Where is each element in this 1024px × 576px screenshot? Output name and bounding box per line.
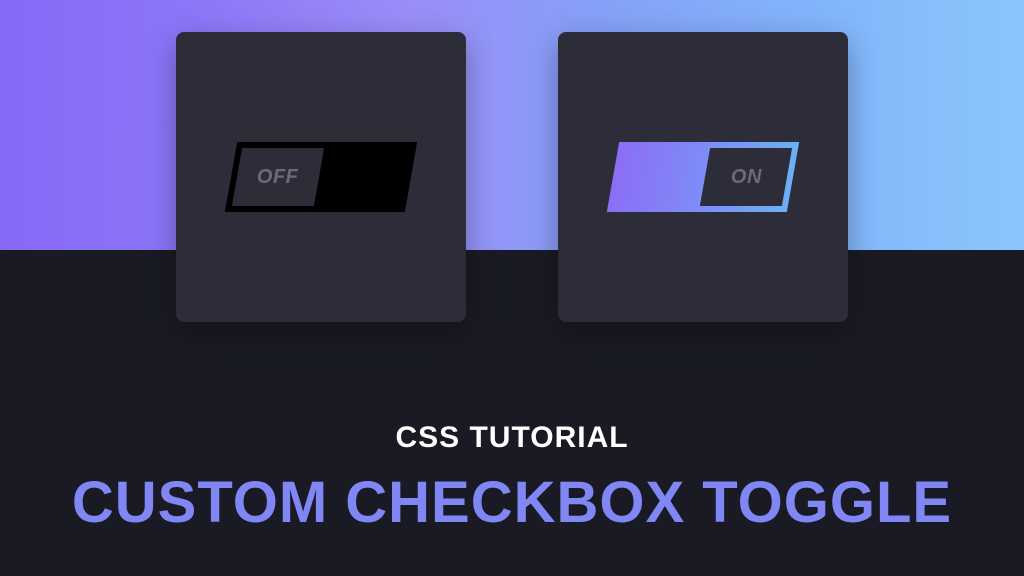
tutorial-subtitle: CSS TUTORIAL <box>0 421 1024 455</box>
cards-container: OFF ON <box>0 32 1024 322</box>
toggle-card-off: OFF <box>176 32 466 322</box>
toggle-card-on: ON <box>558 32 848 322</box>
tutorial-main-title: CUSTOM CHECKBOX TOGGLE <box>0 469 1024 536</box>
checkbox-toggle-on[interactable]: ON <box>607 142 799 212</box>
toggle-label-on: ON <box>731 166 762 189</box>
toggle-handle-on: ON <box>700 148 792 206</box>
title-section: CSS TUTORIAL CUSTOM CHECKBOX TOGGLE <box>0 421 1024 536</box>
toggle-handle-off: OFF <box>232 148 324 206</box>
checkbox-toggle-off[interactable]: OFF <box>225 142 417 212</box>
toggle-label-off: OFF <box>257 166 299 189</box>
